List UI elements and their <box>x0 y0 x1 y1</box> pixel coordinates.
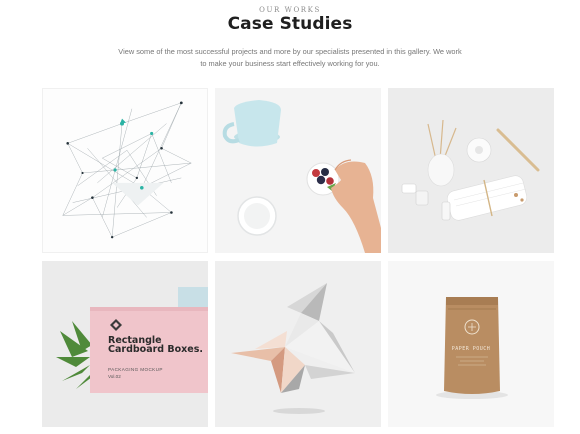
diffuser-and-towels-icon <box>401 119 540 221</box>
origami-shape-icon <box>231 283 355 414</box>
gallery-item-coffee[interactable] <box>215 88 381 253</box>
pouch-label: PAPER POUCH <box>451 346 491 352</box>
gallery-item-low-poly[interactable] <box>215 261 381 427</box>
network-graph-icon <box>62 101 192 239</box>
box-volume: Vol.02 <box>108 374 121 379</box>
gallery-item-paper-pouch[interactable] <box>388 261 554 427</box>
gallery-item-network[interactable] <box>42 88 208 253</box>
mug-and-berries-icon <box>222 100 381 253</box>
box-title: Rectangle Cardboard Boxes. <box>108 335 203 355</box>
gallery-item-spa-set[interactable] <box>388 88 554 253</box>
case-studies-gallery: Rectangle Cardboard Boxes. PACKAGING MOC… <box>0 0 580 434</box>
box-subtitle: PACKAGING MOCKUP <box>108 367 163 372</box>
kraft-pouch-icon <box>436 297 508 399</box>
